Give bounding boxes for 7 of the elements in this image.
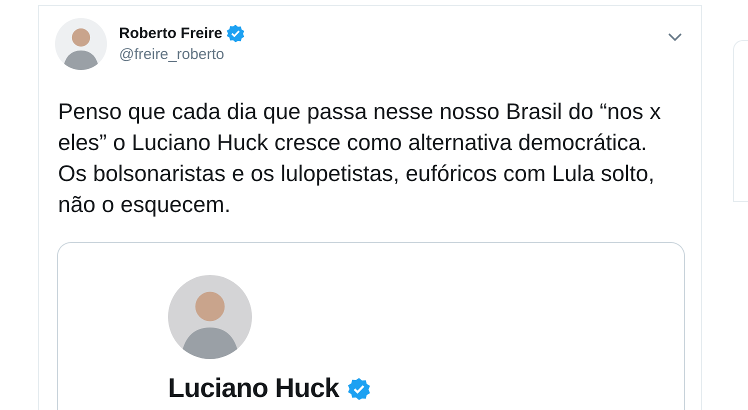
tweet-text: Penso que cada dia que passa nesse nosso Brasil do “nos x eles” o Luciano Huck cresce como alternativa democrática. Os bolsonaristas e os lulopetistas, eufóricos com Lula solto, não o esquecem.	[58, 98, 662, 219]
embedded-card[interactable]: Luciano Huck	[57, 242, 686, 410]
author-name[interactable]: Roberto Freire	[119, 25, 222, 42]
author-handle[interactable]: @freire_roberto	[119, 46, 668, 63]
chevron-down-icon[interactable]	[667, 32, 684, 42]
avatar[interactable]	[55, 18, 107, 70]
profile-name: Luciano Huck	[168, 373, 340, 404]
